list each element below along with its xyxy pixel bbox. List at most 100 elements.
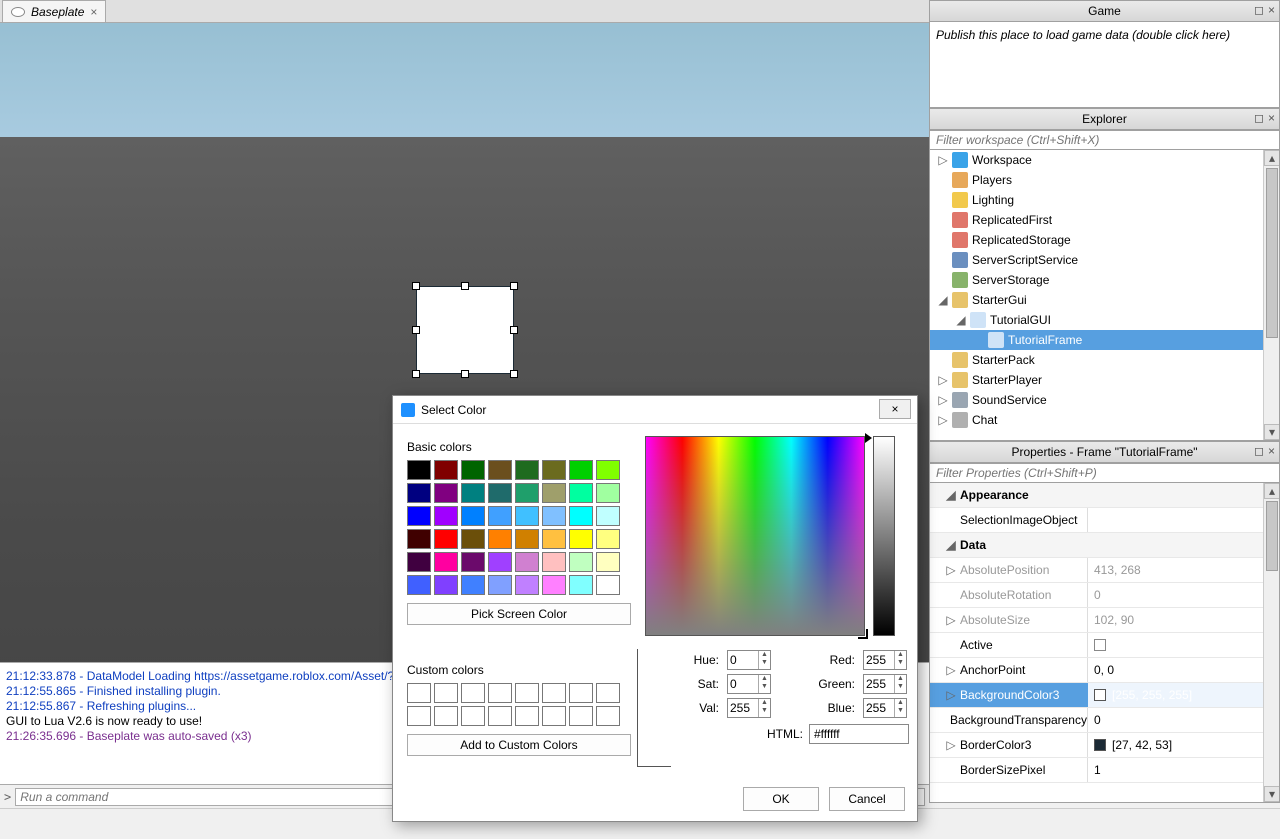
- dialog-titlebar[interactable]: Select Color ×: [393, 396, 917, 424]
- explorer-tree[interactable]: ▷WorkspacePlayersLightingReplicatedFirst…: [929, 150, 1280, 441]
- expander-icon[interactable]: ▷: [938, 373, 948, 387]
- color-swatch[interactable]: [515, 460, 539, 480]
- section-appearance[interactable]: ◢Appearance: [930, 483, 1279, 508]
- tree-item-replicatedstorage[interactable]: ReplicatedStorage: [930, 230, 1279, 250]
- undock-icon[interactable]: ◻: [1254, 111, 1264, 125]
- scroll-up-icon[interactable]: ▴: [1264, 150, 1280, 166]
- color-swatch[interactable]: [515, 506, 539, 526]
- color-swatch[interactable]: [542, 529, 566, 549]
- color-swatch[interactable]: [569, 575, 593, 595]
- value-slider[interactable]: [873, 436, 895, 636]
- resize-handle-w[interactable]: [412, 326, 420, 334]
- prop-bordersizepixel[interactable]: BorderSizePixel1: [930, 758, 1279, 783]
- scrollbar-vertical[interactable]: ▴ ▾: [1263, 483, 1279, 802]
- custom-swatch[interactable]: [407, 683, 431, 703]
- tree-item-startergui[interactable]: ◢StarterGui: [930, 290, 1279, 310]
- expander-icon[interactable]: ▷: [946, 688, 956, 702]
- custom-swatch[interactable]: [596, 683, 620, 703]
- properties-filter-input[interactable]: [929, 463, 1280, 483]
- document-tab[interactable]: Baseplate ×: [2, 0, 106, 22]
- tutorial-frame-preview[interactable]: [416, 286, 514, 374]
- color-swatch[interactable]: [407, 529, 431, 549]
- hue-input[interactable]: ▲▼: [727, 650, 771, 670]
- cancel-button[interactable]: Cancel: [829, 787, 905, 811]
- color-swatch[interactable]: [515, 483, 539, 503]
- color-swatch[interactable]: [461, 529, 485, 549]
- game-panel-header[interactable]: Game ◻×: [929, 0, 1280, 22]
- color-swatch[interactable]: [596, 529, 620, 549]
- slider-arrow-icon[interactable]: [865, 433, 877, 443]
- scroll-down-icon[interactable]: ▾: [1264, 424, 1280, 440]
- custom-swatch[interactable]: [488, 683, 512, 703]
- dialog-close-button[interactable]: ×: [879, 399, 911, 419]
- color-swatch[interactable]: [407, 575, 431, 595]
- tree-item-soundservice[interactable]: ▷SoundService: [930, 390, 1279, 410]
- custom-swatch[interactable]: [461, 706, 485, 726]
- color-swatch[interactable]: [461, 460, 485, 480]
- custom-swatch[interactable]: [569, 706, 593, 726]
- color-swatch[interactable]: [596, 506, 620, 526]
- prop-selectionimageobject[interactable]: SelectionImageObject: [930, 508, 1279, 533]
- tree-item-starterpack[interactable]: StarterPack: [930, 350, 1279, 370]
- color-swatch[interactable]: [461, 483, 485, 503]
- color-swatch[interactable]: [569, 506, 593, 526]
- color-swatch[interactable]: [542, 552, 566, 572]
- custom-swatch[interactable]: [461, 683, 485, 703]
- resize-handle-nw[interactable]: [412, 282, 420, 290]
- undock-icon[interactable]: ◻: [1254, 444, 1264, 458]
- expander-icon[interactable]: ▷: [946, 738, 956, 752]
- color-swatch[interactable]: [407, 460, 431, 480]
- expander-icon[interactable]: ◢: [938, 293, 948, 307]
- ok-button[interactable]: OK: [743, 787, 819, 811]
- gradient-cursor-icon[interactable]: [858, 629, 868, 639]
- color-swatch[interactable]: [569, 483, 593, 503]
- resize-handle-ne[interactable]: [510, 282, 518, 290]
- close-icon[interactable]: ×: [1268, 111, 1275, 125]
- tree-item-tutorialframe[interactable]: TutorialFrame: [930, 330, 1279, 350]
- color-swatch[interactable]: [488, 483, 512, 503]
- tree-item-serverstorage[interactable]: ServerStorage: [930, 270, 1279, 290]
- prop-absoluteposition[interactable]: ▷AbsolutePosition413, 268: [930, 558, 1279, 583]
- custom-swatch[interactable]: [434, 683, 458, 703]
- prop-backgroundtransparency[interactable]: BackgroundTransparency0: [930, 708, 1279, 733]
- explorer-panel-header[interactable]: Explorer ◻×: [929, 108, 1280, 130]
- prop-backgroundcolor3[interactable]: ▷BackgroundColor3[255, 255, 255]: [930, 683, 1279, 708]
- resize-handle-e[interactable]: [510, 326, 518, 334]
- color-swatch[interactable]: [542, 575, 566, 595]
- custom-swatch[interactable]: [542, 706, 566, 726]
- tree-item-starterplayer[interactable]: ▷StarterPlayer: [930, 370, 1279, 390]
- undock-icon[interactable]: ◻: [1254, 3, 1264, 17]
- color-swatch[interactable]: [461, 506, 485, 526]
- close-icon[interactable]: ×: [1268, 3, 1275, 17]
- prop-bordercolor3[interactable]: ▷BorderColor3[27, 42, 53]: [930, 733, 1279, 758]
- color-swatch[interactable]: [515, 575, 539, 595]
- expander-icon[interactable]: ▷: [938, 413, 948, 427]
- color-swatch[interactable]: [488, 552, 512, 572]
- color-swatch[interactable]: [434, 552, 458, 572]
- selected-frame-gizmo[interactable]: [412, 282, 518, 378]
- color-swatch[interactable]: [515, 529, 539, 549]
- custom-swatch[interactable]: [542, 683, 566, 703]
- custom-swatch[interactable]: [515, 683, 539, 703]
- properties-panel-header[interactable]: Properties - Frame "TutorialFrame" ◻×: [929, 441, 1280, 463]
- color-swatch[interactable]: [596, 552, 620, 572]
- html-input[interactable]: [809, 724, 909, 744]
- color-swatch[interactable]: [434, 529, 458, 549]
- custom-swatch[interactable]: [407, 706, 431, 726]
- expander-icon[interactable]: ▷: [938, 393, 948, 407]
- custom-swatch[interactable]: [569, 683, 593, 703]
- color-swatch[interactable]: [569, 552, 593, 572]
- expander-icon[interactable]: ▷: [946, 563, 956, 577]
- tree-item-workspace[interactable]: ▷Workspace: [930, 150, 1279, 170]
- custom-swatch[interactable]: [515, 706, 539, 726]
- tree-item-chat[interactable]: ▷Chat: [930, 410, 1279, 430]
- prop-absolutesize[interactable]: ▷AbsoluteSize102, 90: [930, 608, 1279, 633]
- color-swatch[interactable]: [542, 483, 566, 503]
- color-gradient-picker[interactable]: [645, 436, 865, 636]
- section-data[interactable]: ◢Data: [930, 533, 1279, 558]
- tree-item-players[interactable]: Players: [930, 170, 1279, 190]
- color-swatch[interactable]: [596, 460, 620, 480]
- green-input[interactable]: ▲▼: [863, 674, 907, 694]
- close-icon[interactable]: ×: [1268, 444, 1275, 458]
- checkbox[interactable]: [1094, 639, 1106, 651]
